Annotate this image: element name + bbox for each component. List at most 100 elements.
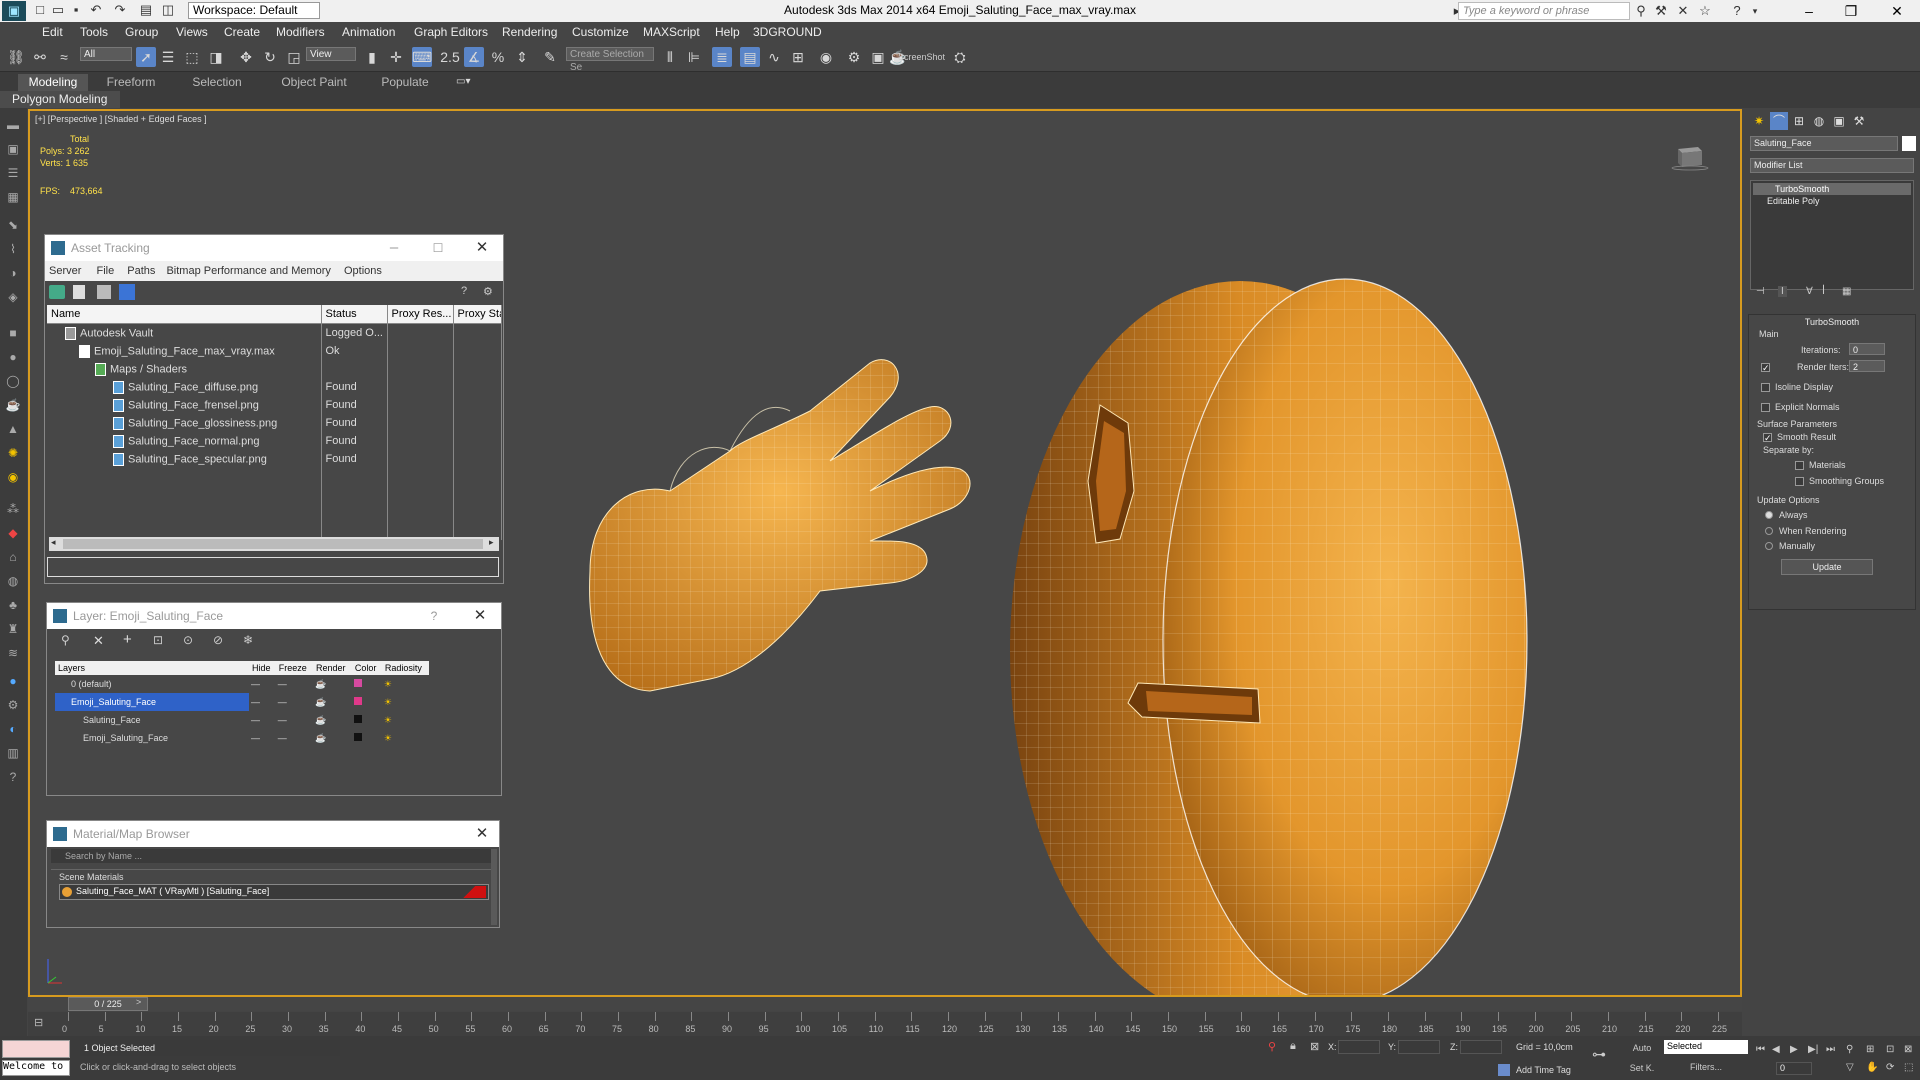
- layer-row[interactable]: Emoji_Saluting_Face — — ☕ ☀: [55, 729, 429, 747]
- radiosity-icon[interactable]: ☀: [382, 675, 429, 693]
- favorites-star-icon[interactable]: ☆: [1696, 2, 1714, 20]
- mirror-icon[interactable]: ⫴: [660, 47, 680, 67]
- freeze-toggle[interactable]: —: [276, 729, 313, 747]
- col-name[interactable]: Name: [47, 305, 322, 324]
- zoom-extents-all-icon[interactable]: ⊠: [1904, 1044, 1912, 1055]
- layer-freeze-all-icon[interactable]: ❄: [243, 633, 253, 647]
- table-row[interactable]: Emoji_Saluting_Face_max_vray.max Ok: [47, 342, 502, 360]
- percent-snap-icon[interactable]: %: [488, 47, 508, 67]
- hierarchy-panel-icon[interactable]: ⊞: [1790, 112, 1808, 130]
- col-status[interactable]: Status: [321, 305, 388, 324]
- cone-icon[interactable]: ▲: [4, 420, 22, 438]
- link-icon[interactable]: ⛓: [6, 47, 26, 67]
- auto-key-button[interactable]: Auto: [1622, 1040, 1662, 1056]
- absolute-mode-icon[interactable]: ⊠: [1310, 1040, 1319, 1053]
- goto-end-icon[interactable]: ⏭: [1826, 1044, 1835, 1055]
- reference-coordinate-dropdown[interactable]: View: [306, 47, 356, 61]
- col-freeze[interactable]: Freeze: [275, 661, 313, 675]
- layer-add-icon[interactable]: +: [123, 631, 132, 648]
- render-teapot-toggle[interactable]: ☕: [313, 693, 352, 711]
- scroll-right-icon[interactable]: ▸: [489, 537, 494, 548]
- welcome-field[interactable]: Welcome to: [2, 1060, 70, 1076]
- stack-item-turbosmooth[interactable]: TurboSmooth: [1753, 183, 1911, 195]
- prev-frame-icon[interactable]: ◀: [1772, 1044, 1780, 1055]
- freeze-toggle[interactable]: —: [276, 693, 313, 711]
- isolate-icon[interactable]: ⚲: [1268, 1040, 1276, 1053]
- viewcube-icon[interactable]: [1670, 141, 1710, 171]
- light-icon[interactable]: ✺: [4, 444, 22, 462]
- layer-color-swatch[interactable]: [352, 675, 382, 693]
- rotate-icon[interactable]: ↻: [260, 47, 280, 67]
- play-icon[interactable]: ▶: [1790, 1044, 1798, 1055]
- configure-sets-icon[interactable]: ▦: [1842, 286, 1851, 297]
- help-search-input[interactable]: Type a keyword or phrase: [1458, 2, 1630, 20]
- next-frame-icon[interactable]: ▶|: [1808, 1044, 1818, 1055]
- scale-icon[interactable]: ◲: [284, 47, 304, 67]
- asset-menu-file[interactable]: File: [96, 265, 114, 277]
- menu-maxscript[interactable]: MAXScript: [643, 25, 700, 39]
- subscription-icon[interactable]: ⚒: [1652, 2, 1670, 20]
- set-key-icon[interactable]: ⊶: [1592, 1046, 1606, 1063]
- layer-color-swatch[interactable]: [352, 711, 382, 729]
- zoom-icon[interactable]: ⚲: [1846, 1044, 1853, 1055]
- menu-edit[interactable]: Edit: [42, 25, 63, 39]
- keyboard-shortcut-override-icon[interactable]: ⌨: [412, 47, 432, 67]
- render-teapot-toggle[interactable]: ☕: [313, 675, 352, 693]
- layer-find-icon[interactable]: ⚲: [61, 633, 70, 647]
- tree-icon[interactable]: ♣: [4, 596, 22, 614]
- table-row[interactable]: Saluting_Face_frensel.png Found: [47, 396, 502, 414]
- snaps-toggle-icon[interactable]: 2.5: [440, 47, 460, 67]
- menu-create[interactable]: Create: [224, 25, 260, 39]
- smoothing-groups-checkbox[interactable]: [1795, 477, 1804, 486]
- material-search-input[interactable]: Search by Name ...: [51, 849, 491, 863]
- menu-3dground[interactable]: 3DGROUND: [753, 25, 822, 39]
- freeze-toggle[interactable]: —: [276, 675, 313, 693]
- binoculars-icon[interactable]: ⚲: [1632, 2, 1650, 20]
- save-file-icon[interactable]: ▪: [68, 2, 84, 18]
- radiosity-icon[interactable]: ☀: [382, 711, 429, 729]
- edit-named-selection-icon[interactable]: ✎: [540, 47, 560, 67]
- render-iters-spinner[interactable]: 2: [1849, 360, 1885, 372]
- asset-horizontal-scrollbar[interactable]: ◂ ▸: [49, 537, 499, 551]
- ribbon-options-icon[interactable]: ▭▾: [456, 76, 480, 89]
- rect-selection-icon[interactable]: ⬚: [182, 47, 202, 67]
- help-dropdown-icon[interactable]: ▾: [1746, 2, 1764, 20]
- bind-spacewarp-icon[interactable]: ≈: [54, 47, 74, 67]
- motion-panel-icon[interactable]: ◍: [1810, 112, 1828, 130]
- menu-group[interactable]: Group: [125, 25, 158, 39]
- display-panel-icon[interactable]: ▣: [1830, 112, 1848, 130]
- table-row[interactable]: Saluting_Face_normal.png Found: [47, 432, 502, 450]
- remove-modifier-icon[interactable]: ꟾ: [1822, 286, 1825, 297]
- hide-toggle[interactable]: —: [249, 675, 276, 693]
- torus-icon[interactable]: ◯: [4, 372, 22, 390]
- close-window-button[interactable]: ✕: [1874, 0, 1920, 22]
- render-setup-icon[interactable]: ⚙: [844, 47, 864, 67]
- table-row[interactable]: Saluting_Face_specular.png Found: [47, 450, 502, 468]
- render-teapot-toggle[interactable]: ☕: [313, 729, 352, 747]
- modifier-icon[interactable]: ◆: [4, 524, 22, 542]
- help-icon[interactable]: ?: [1728, 2, 1746, 20]
- z-coord-field[interactable]: [1460, 1040, 1502, 1054]
- track-bar[interactable]: ⊟ 0 5 10 15 20 25 30 35 40 45 50 55 60 65 70 75 80 85 90 95…: [28, 1012, 1742, 1036]
- sphere-icon[interactable]: ●: [4, 348, 22, 366]
- pin-stack-icon[interactable]: ⊣: [1756, 286, 1765, 297]
- hide-toggle[interactable]: —: [249, 693, 276, 711]
- tab-populate[interactable]: Populate: [370, 74, 440, 91]
- select-manipulate-icon[interactable]: ✛: [386, 47, 406, 67]
- edit-icon[interactable]: ▣: [4, 140, 22, 158]
- move-icon[interactable]: ✥: [236, 47, 256, 67]
- new-file-icon[interactable]: □: [32, 2, 48, 18]
- mini-curve-editor-icon[interactable]: ⊟: [34, 1016, 43, 1029]
- window-crossing-icon[interactable]: ◨: [206, 47, 226, 67]
- workspace-dropdown[interactable]: Workspace: Default: [188, 2, 320, 19]
- col-layers[interactable]: Layers: [55, 661, 249, 675]
- material-browser-titlebar[interactable]: Material/Map Browser: [47, 821, 499, 847]
- menu-help[interactable]: Help: [715, 25, 740, 39]
- select-object-icon[interactable]: ➚: [136, 47, 156, 67]
- layer-close-button[interactable]: ✕: [471, 607, 489, 625]
- menu-rendering[interactable]: Rendering: [502, 25, 557, 39]
- asset-refresh-icon[interactable]: [49, 285, 65, 299]
- current-frame-field[interactable]: 0: [1776, 1062, 1812, 1075]
- viewport-layout-icon[interactable]: ▬: [4, 116, 22, 134]
- layer-delete-icon[interactable]: ✕: [93, 633, 104, 649]
